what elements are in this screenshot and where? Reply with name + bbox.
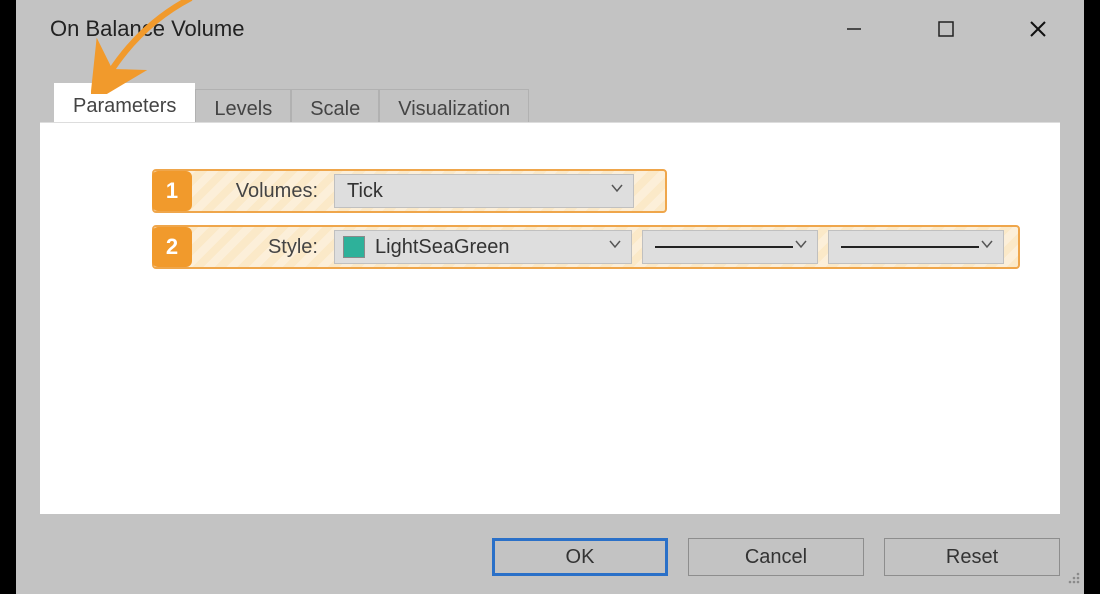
dialog-window: On Balance Volume Parameters Levels Scal…	[16, 0, 1084, 594]
resize-grip-icon	[1064, 568, 1082, 586]
annotation-marker-2: 2	[152, 227, 192, 267]
dialog-footer: OK Cancel Reset	[492, 538, 1060, 576]
minimize-button[interactable]	[808, 0, 900, 58]
window-title: On Balance Volume	[16, 16, 244, 42]
line-style-dropdown[interactable]	[642, 230, 818, 264]
volumes-dropdown[interactable]: Tick	[334, 174, 634, 208]
annotation-marker-1: 1	[152, 171, 192, 211]
line-width-preview	[841, 246, 979, 248]
resize-grip[interactable]	[1064, 568, 1082, 592]
window-controls	[808, 0, 1084, 58]
line-style-preview	[655, 246, 793, 248]
line-width-dropdown[interactable]	[828, 230, 1004, 264]
minimize-icon	[843, 18, 865, 40]
style-label: Style:	[202, 236, 334, 259]
titlebar: On Balance Volume	[16, 0, 1084, 58]
color-swatch	[343, 236, 365, 258]
volumes-row: 1 Volumes: Tick	[152, 169, 667, 213]
maximize-button[interactable]	[900, 0, 992, 58]
reset-button[interactable]: Reset	[884, 538, 1060, 576]
color-dropdown[interactable]: LightSeaGreen	[334, 230, 632, 264]
tab-panel: 1 Volumes: Tick 2 Style: LightSeaGreen	[40, 122, 1060, 514]
ok-button[interactable]: OK	[492, 538, 668, 576]
close-button[interactable]	[992, 0, 1084, 58]
volumes-value: Tick	[335, 180, 383, 203]
volumes-label: Volumes:	[202, 180, 334, 203]
chevron-down-icon	[607, 236, 623, 258]
cancel-button[interactable]: Cancel	[688, 538, 864, 576]
style-row: 2 Style: LightSeaGreen	[152, 225, 1020, 269]
chevron-down-icon	[979, 236, 995, 258]
maximize-icon	[935, 18, 957, 40]
chevron-down-icon	[609, 180, 625, 202]
color-value: LightSeaGreen	[365, 236, 510, 259]
close-icon	[1026, 17, 1050, 41]
chevron-down-icon	[793, 236, 809, 258]
